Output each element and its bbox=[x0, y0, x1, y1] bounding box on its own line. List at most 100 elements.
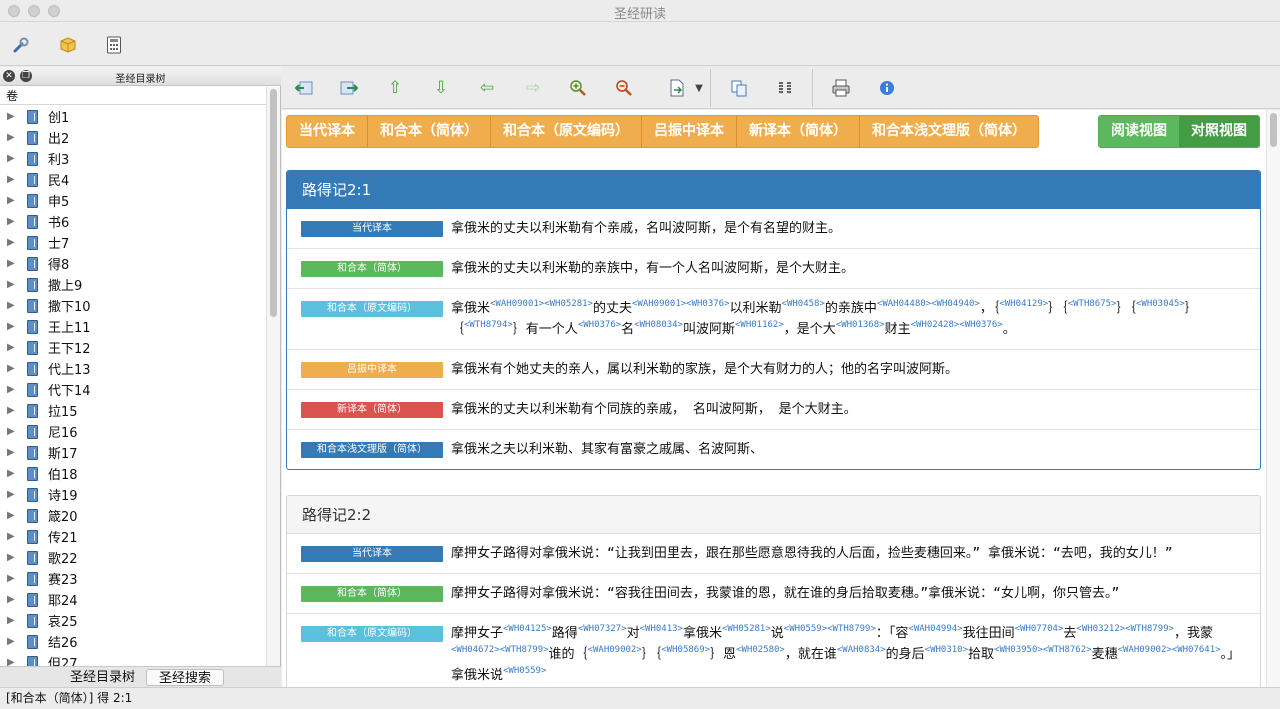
expand-arrow-icon[interactable]: ▶ bbox=[7, 489, 17, 500]
expand-arrow-icon[interactable]: ▶ bbox=[7, 153, 17, 164]
strong-code[interactable]: <WTH8675> bbox=[1068, 299, 1117, 309]
expand-arrow-icon[interactable]: ▶ bbox=[7, 468, 17, 479]
expand-arrow-icon[interactable]: ▶ bbox=[7, 321, 17, 332]
strong-code[interactable]: <WH05281> bbox=[722, 624, 771, 634]
export-dropdown-icon[interactable]: ▼ bbox=[688, 78, 710, 98]
tree-item-book[interactable]: ▶ 代下14 bbox=[0, 379, 266, 400]
translation-tab[interactable]: 和合本（简体） bbox=[368, 116, 491, 147]
strong-code[interactable]: <WAH09002><WH07641> bbox=[1118, 645, 1221, 655]
strong-code[interactable]: <WH07327> bbox=[578, 624, 627, 634]
strong-code[interactable]: <WTH8794> bbox=[464, 320, 513, 330]
tree-item-book[interactable]: ▶ 传21 bbox=[0, 526, 266, 547]
strong-code[interactable]: <WH01368> bbox=[836, 320, 885, 330]
arrow-up-icon[interactable]: ⇧ bbox=[384, 78, 406, 98]
strong-code[interactable]: <WH07704> bbox=[1015, 624, 1064, 634]
strong-code[interactable]: <WH0376> bbox=[578, 320, 621, 330]
strong-code[interactable]: <WH04125> bbox=[503, 624, 552, 634]
expand-arrow-icon[interactable]: ▶ bbox=[7, 384, 17, 395]
expand-arrow-icon[interactable]: ▶ bbox=[7, 363, 17, 374]
strong-code[interactable]: <WH04672><WTH8799> bbox=[451, 645, 549, 655]
content-scrollbar[interactable] bbox=[1266, 110, 1280, 687]
expand-arrow-icon[interactable]: ▶ bbox=[7, 615, 17, 626]
expand-arrow-icon[interactable]: ▶ bbox=[7, 405, 17, 416]
strong-code[interactable]: <WH05869> bbox=[661, 645, 710, 655]
translation-tab[interactable]: 当代译本 bbox=[287, 116, 368, 147]
strong-code[interactable]: <WH03950><WTH8762> bbox=[994, 645, 1092, 655]
strong-code[interactable]: <WH0559> bbox=[503, 666, 546, 676]
expand-arrow-icon[interactable]: ▶ bbox=[7, 510, 17, 521]
tree-item-book[interactable]: ▶ 诗19 bbox=[0, 484, 266, 505]
tree-item-book[interactable]: ▶ 利3 bbox=[0, 148, 266, 169]
tree-item-book[interactable]: ▶ 耶24 bbox=[0, 589, 266, 610]
zoom-in-icon[interactable] bbox=[567, 78, 589, 98]
expand-arrow-icon[interactable]: ▶ bbox=[7, 552, 17, 563]
print-icon[interactable] bbox=[830, 78, 852, 98]
strong-code[interactable]: <WH01162> bbox=[735, 320, 784, 330]
expand-arrow-icon[interactable]: ▶ bbox=[7, 531, 17, 542]
tree-item-book[interactable]: ▶ 申5 bbox=[0, 190, 266, 211]
scroll-thumb[interactable] bbox=[270, 89, 277, 317]
parallel-view-button[interactable]: 对照视图 bbox=[1179, 116, 1259, 147]
tree-item-book[interactable]: ▶ 但27 bbox=[0, 652, 266, 666]
zoom-out-icon[interactable] bbox=[613, 78, 635, 98]
tree-item-book[interactable]: ▶ 创1 bbox=[0, 106, 266, 127]
reading-view-button[interactable]: 阅读视图 bbox=[1099, 116, 1179, 147]
expand-arrow-icon[interactable]: ▶ bbox=[7, 195, 17, 206]
strong-code[interactable]: <WH02580> bbox=[736, 645, 785, 655]
columns-icon[interactable] bbox=[774, 78, 796, 98]
arrow-left-icon[interactable]: ⇦ bbox=[476, 78, 498, 98]
tree-item-book[interactable]: ▶ 尼16 bbox=[0, 421, 266, 442]
tree-item-book[interactable]: ▶ 哀25 bbox=[0, 610, 266, 631]
translation-tab[interactable]: 和合本浅文理版（简体） bbox=[860, 116, 1038, 147]
strong-code[interactable]: <WAH04994> bbox=[908, 624, 962, 634]
export-icon[interactable] bbox=[666, 78, 688, 98]
tree-item-book[interactable]: ▶ 赛23 bbox=[0, 568, 266, 589]
tree-item-book[interactable]: ▶ 伯18 bbox=[0, 463, 266, 484]
expand-arrow-icon[interactable]: ▶ bbox=[7, 111, 17, 122]
expand-arrow-icon[interactable]: ▶ bbox=[7, 657, 17, 666]
strong-code[interactable]: <WH02428><WH0376> bbox=[911, 320, 1003, 330]
strong-code[interactable]: <WH0458> bbox=[782, 299, 825, 309]
strong-code[interactable]: <WAH04480><WH04940> bbox=[877, 299, 980, 309]
tree-item-book[interactable]: ▶ 结26 bbox=[0, 631, 266, 652]
tab-bible-tree[interactable]: 圣经目录树 bbox=[58, 669, 147, 686]
strong-code[interactable]: <WAH09002> bbox=[588, 645, 642, 655]
strong-code[interactable]: <WAH09001><WH05281> bbox=[490, 299, 593, 309]
tree-scrollbar[interactable] bbox=[266, 87, 280, 667]
expand-arrow-icon[interactable]: ▶ bbox=[7, 237, 17, 248]
tab-bible-search[interactable]: 圣经搜索 bbox=[146, 669, 225, 686]
strong-code[interactable]: <WH0559><WTH8799> bbox=[784, 624, 876, 634]
forward-icon[interactable] bbox=[338, 78, 360, 98]
package-icon[interactable] bbox=[57, 34, 79, 56]
tree-item-book[interactable]: ▶ 斯17 bbox=[0, 442, 266, 463]
arrow-right-icon[interactable]: ⇨ bbox=[522, 78, 544, 98]
tree-item-book[interactable]: ▶ 拉15 bbox=[0, 400, 266, 421]
expand-arrow-icon[interactable]: ▶ bbox=[7, 174, 17, 185]
expand-arrow-icon[interactable]: ▶ bbox=[7, 342, 17, 353]
settings-wrench-icon[interactable] bbox=[10, 34, 32, 56]
tree-item-book[interactable]: ▶ 士7 bbox=[0, 232, 266, 253]
expand-arrow-icon[interactable]: ▶ bbox=[7, 594, 17, 605]
tree-item-book[interactable]: ▶ 王下12 bbox=[0, 337, 266, 358]
expand-arrow-icon[interactable]: ▶ bbox=[7, 573, 17, 584]
verse-reference[interactable]: 路得记2:2 bbox=[287, 496, 1260, 534]
tree-item-book[interactable]: ▶ 民4 bbox=[0, 169, 266, 190]
expand-arrow-icon[interactable]: ▶ bbox=[7, 216, 17, 227]
calculator-icon[interactable] bbox=[103, 34, 125, 56]
expand-arrow-icon[interactable]: ▶ bbox=[7, 132, 17, 143]
tree-item-book[interactable]: ▶ 出2 bbox=[0, 127, 266, 148]
tree-item-book[interactable]: ▶ 代上13 bbox=[0, 358, 266, 379]
strong-code[interactable]: <WAH0834> bbox=[837, 645, 886, 655]
tree-item-book[interactable]: ▶ 书6 bbox=[0, 211, 266, 232]
copy-icon[interactable] bbox=[728, 78, 750, 98]
strong-code[interactable]: <WH04129> bbox=[999, 299, 1048, 309]
translation-tab[interactable]: 新译本（简体） bbox=[737, 116, 860, 147]
tree-item-book[interactable]: ▶ 撒下10 bbox=[0, 295, 266, 316]
expand-arrow-icon[interactable]: ▶ bbox=[7, 636, 17, 647]
expand-arrow-icon[interactable]: ▶ bbox=[7, 258, 17, 269]
translation-tab[interactable]: 吕振中译本 bbox=[642, 116, 737, 147]
tree-item-book[interactable]: ▶ 歌22 bbox=[0, 547, 266, 568]
strong-code[interactable]: <WH03045> bbox=[1136, 299, 1185, 309]
arrow-down-icon[interactable]: ⇩ bbox=[430, 78, 452, 98]
tree-item-book[interactable]: ▶ 得8 bbox=[0, 253, 266, 274]
